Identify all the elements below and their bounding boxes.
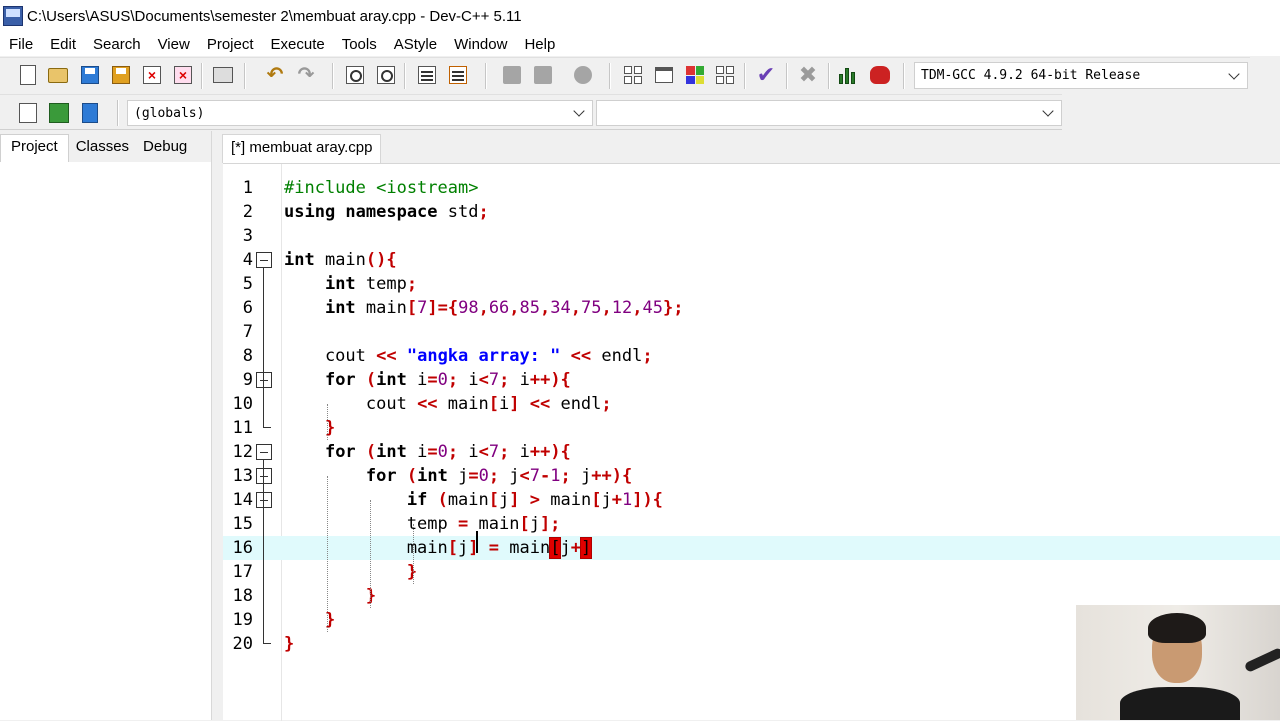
fold-toggle-icon[interactable] xyxy=(256,492,272,508)
code-line: 15 temp = main[j]; xyxy=(232,514,561,534)
code-line: 5 int temp; xyxy=(242,274,418,294)
new-file-icon[interactable] xyxy=(17,64,39,86)
code-line: 12 for (int i=0; i<7; i++){ xyxy=(232,442,571,462)
code-line: 8 cout << "angka array: " << endl; xyxy=(242,346,653,366)
code-line: 2 using namespace std; xyxy=(242,202,489,222)
secondary-toolbar: (globals) xyxy=(0,94,1062,130)
tab-project[interactable]: Project xyxy=(0,134,69,162)
goto-definition-icon[interactable] xyxy=(48,102,70,124)
indent-icon[interactable] xyxy=(416,64,438,86)
fold-toggle-icon[interactable] xyxy=(256,372,272,388)
close-all-icon[interactable]: × xyxy=(172,64,194,86)
run-icon[interactable] xyxy=(532,64,554,86)
chart-icon[interactable] xyxy=(838,64,860,86)
fold-toggle-icon[interactable] xyxy=(256,468,272,484)
members-select[interactable] xyxy=(596,100,1062,126)
devcpp-app-icon xyxy=(3,6,23,26)
title-bar: C:\Users\ASUS\Documents\semester 2\membu… xyxy=(0,0,1280,32)
find-icon[interactable] xyxy=(344,64,366,86)
tab-classes[interactable]: Classes xyxy=(69,134,136,162)
menu-project[interactable]: Project xyxy=(198,36,262,53)
code-line: 14 if (main[j] > main[j+1]){ xyxy=(232,490,663,510)
current-code-line: 16 main[j] = main[j+] xyxy=(223,536,1280,560)
code-line: 11 } xyxy=(232,416,336,438)
menu-search[interactable]: Search xyxy=(85,36,150,53)
new-project-icon[interactable] xyxy=(622,64,644,86)
bookmark-icon[interactable] xyxy=(79,102,101,124)
goto-declaration-icon[interactable] xyxy=(17,102,39,124)
redo-icon[interactable]: ↷ xyxy=(295,64,317,86)
debug-icon[interactable] xyxy=(869,64,891,86)
code-line: 7 xyxy=(242,322,253,342)
save-all-icon[interactable] xyxy=(110,64,132,86)
menu-astyle[interactable]: AStyle xyxy=(385,36,445,53)
panel-tabs: Project Classes Debug xyxy=(0,134,194,162)
chevron-down-icon xyxy=(573,105,585,117)
globals-select[interactable]: (globals) xyxy=(127,100,593,126)
code-line: 9 for (int i=0; i<7; i++){ xyxy=(242,370,571,390)
unindent-icon[interactable] xyxy=(447,64,469,86)
undo-icon[interactable]: ↶ xyxy=(264,64,286,86)
project-tree[interactable] xyxy=(0,162,211,720)
code-line: 13 for (int j=0; j<7-1; j++){ xyxy=(232,466,633,486)
file-tab[interactable]: [*] membuat aray.cpp xyxy=(222,134,382,163)
compile-icon[interactable] xyxy=(501,64,523,86)
menu-tools[interactable]: Tools xyxy=(333,36,385,53)
code-line: 3 xyxy=(242,226,253,246)
window-title: C:\Users\ASUS\Documents\semester 2\membu… xyxy=(27,7,522,25)
tab-debug[interactable]: Debug xyxy=(136,134,194,162)
menu-view[interactable]: View xyxy=(149,36,198,53)
webcam-overlay xyxy=(1076,605,1280,720)
new-class-icon[interactable] xyxy=(653,64,675,86)
code-line: 10 cout << main[i] << endl; xyxy=(232,394,612,414)
menu-execute[interactable]: Execute xyxy=(262,36,333,53)
project-panel: Project Classes Debug xyxy=(0,131,212,720)
fold-toggle-icon[interactable] xyxy=(256,444,272,460)
check-icon[interactable]: ✔ xyxy=(755,64,777,86)
globals-select-value: (globals) xyxy=(134,105,205,121)
insert-icon[interactable] xyxy=(684,64,706,86)
menu-window[interactable]: Window xyxy=(446,36,516,53)
print-icon[interactable] xyxy=(212,64,234,86)
compiler-select[interactable]: TDM-GCC 4.9.2 64-bit Release xyxy=(914,62,1248,89)
close-icon[interactable]: × xyxy=(141,64,163,86)
replace-icon[interactable] xyxy=(375,64,397,86)
code-line: 4 int main(){ xyxy=(242,250,397,270)
compiler-select-value: TDM-GCC 4.9.2 64-bit Release xyxy=(921,68,1141,83)
code-line: 17 } xyxy=(232,562,418,582)
compile-run-icon[interactable] xyxy=(572,64,594,86)
toggle-icon[interactable] xyxy=(714,64,736,86)
text-cursor-icon xyxy=(475,531,479,553)
code-line: 6 int main[7]={98,66,85,34,75,12,45}; xyxy=(242,298,684,318)
menu-file[interactable]: File xyxy=(0,36,42,53)
menu-help[interactable]: Help xyxy=(516,36,564,53)
save-icon[interactable] xyxy=(79,64,101,86)
chevron-down-icon xyxy=(1042,105,1054,117)
fold-toggle-icon[interactable] xyxy=(256,252,272,268)
open-icon[interactable] xyxy=(47,64,69,86)
menu-edit[interactable]: Edit xyxy=(42,36,85,53)
menu-bar: File Edit Search View Project Execute To… xyxy=(0,32,1280,56)
code-line: 1 #include <iostream> xyxy=(242,178,479,198)
chevron-down-icon xyxy=(1228,67,1240,80)
stop-icon[interactable]: ✖ xyxy=(797,64,819,86)
